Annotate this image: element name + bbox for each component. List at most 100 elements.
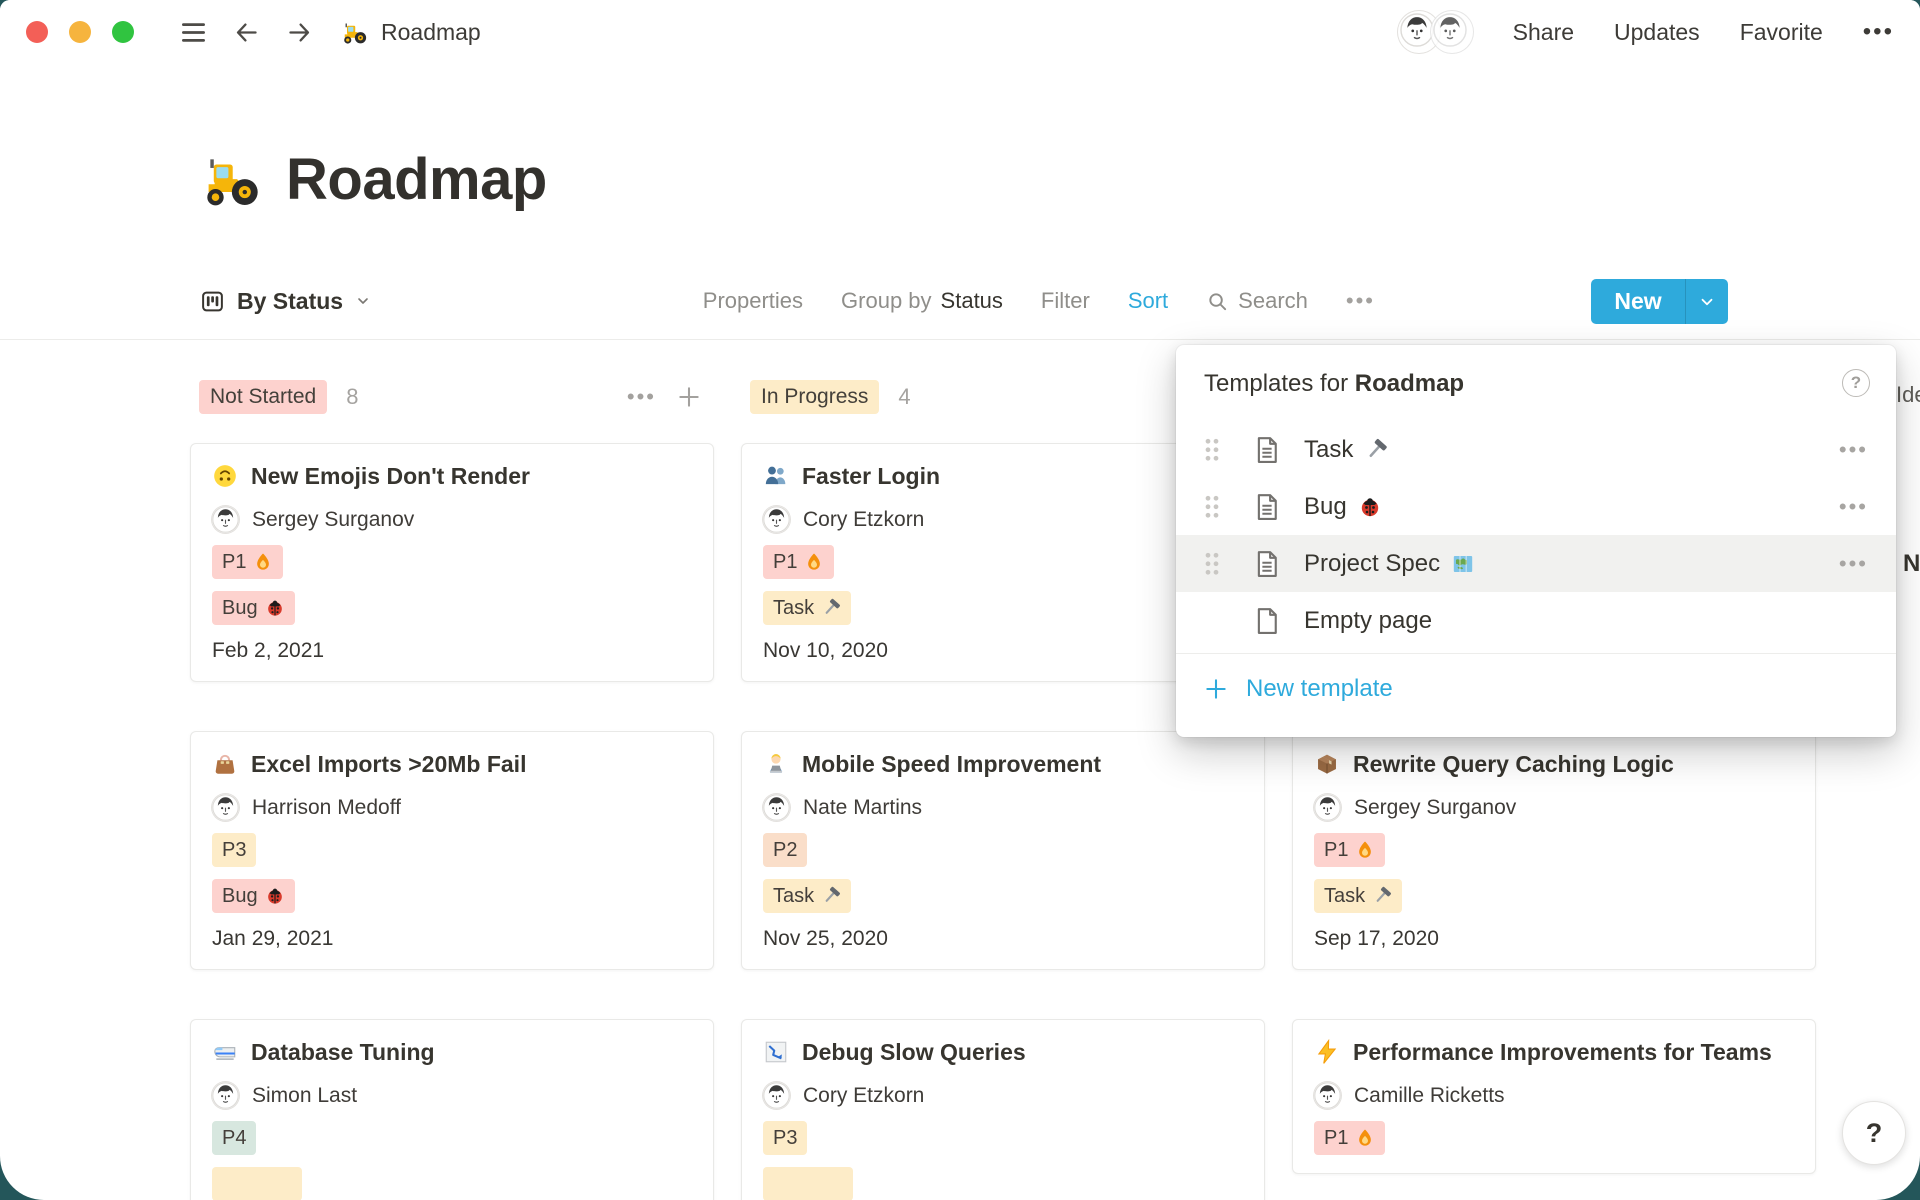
column-status-pill[interactable]: Not Started <box>199 380 327 414</box>
card-assignee: Cory Etzkorn <box>763 1082 1243 1109</box>
template-item-text: Empty page <box>1304 607 1432 635</box>
tag-label: Task <box>1324 885 1365 908</box>
collaborator-avatars[interactable] <box>1398 11 1473 53</box>
template-item-more-button[interactable]: ••• <box>1839 494 1868 520</box>
handbag-icon <box>212 751 238 777</box>
template-item-task[interactable]: Task••• <box>1176 421 1896 478</box>
avatar-face <box>212 506 239 533</box>
template-item-label: Bug <box>1304 493 1839 521</box>
new-button[interactable]: New <box>1591 279 1685 324</box>
card[interactable]: Debug Slow QueriesCory EtzkornP3 <box>741 1019 1265 1200</box>
drag-handle-icon[interactable] <box>1204 551 1220 576</box>
card-title: Mobile Speed Improvement <box>763 747 1243 781</box>
view-toolbar: By Status Properties Group by Status Fil… <box>200 278 1730 324</box>
templates-dropdown: Templates for Roadmap ? Task•••Bug•••Pro… <box>1176 345 1896 737</box>
template-item-more-button[interactable]: ••• <box>1839 551 1868 577</box>
view-more-button[interactable]: ••• <box>1346 288 1375 314</box>
assignee-name: Simon Last <box>252 1084 357 1108</box>
column-status-pill[interactable]: In Progress <box>750 380 879 414</box>
minimize-window-button[interactable] <box>69 21 91 43</box>
ladybug-icon <box>265 598 285 618</box>
assignee-name: Harrison Medoff <box>252 796 401 820</box>
group-by-button[interactable]: Group by Status <box>841 288 1003 314</box>
tractor-icon[interactable] <box>200 149 262 211</box>
drag-handle-icon[interactable] <box>1204 437 1220 462</box>
avatar <box>212 1082 239 1109</box>
updates-button[interactable]: Updates <box>1614 19 1700 46</box>
favorite-button[interactable]: Favorite <box>1740 19 1823 46</box>
avatar-face <box>212 1082 239 1109</box>
filter-button[interactable]: Filter <box>1041 288 1090 314</box>
tag-pill: Task <box>763 879 851 913</box>
card[interactable]: New Emojis Don't Render Sergey Surganov P1… <box>190 443 714 682</box>
template-item-bug[interactable]: Bug ••• <box>1176 478 1896 535</box>
ladybug-icon <box>265 886 285 906</box>
card[interactable]: Mobile Speed ImprovementNate MartinsP2Ta… <box>741 731 1265 970</box>
add-card-button[interactable] <box>676 384 702 410</box>
hammer-icon <box>1372 886 1392 906</box>
upside-down-face-icon <box>212 463 238 489</box>
zoom-window-button[interactable] <box>112 21 134 43</box>
page-title-text[interactable]: Roadmap <box>286 146 547 213</box>
card-date: Jan 29, 2021 <box>212 927 692 951</box>
card-title-text: Performance Improvements for Teams <box>1353 1039 1772 1065</box>
breadcrumb[interactable]: Roadmap <box>341 19 481 46</box>
topbar-right: Share Updates Favorite ••• <box>1398 0 1894 64</box>
card-title: Excel Imports >20Mb Fail <box>212 747 692 781</box>
assignee-name: Camille Ricketts <box>1354 1084 1505 1108</box>
template-item-empty-page[interactable]: Empty page <box>1176 592 1896 649</box>
group-by-label: Group by <box>841 288 932 314</box>
templates-header: Templates for Roadmap ? <box>1176 345 1896 421</box>
map-icon <box>1451 552 1475 576</box>
card-title: Debug Slow Queries <box>763 1035 1243 1069</box>
tag-pill: P2 <box>763 833 807 867</box>
search-icon <box>1206 290 1229 313</box>
tag-label: P1 <box>1324 839 1348 862</box>
tag-pill: P1 <box>212 545 283 579</box>
card-date: Feb 2, 2021 <box>212 639 692 663</box>
sidebar-menu-icon[interactable] <box>180 19 207 46</box>
more-menu-button[interactable]: ••• <box>1863 18 1894 46</box>
card[interactable]: Excel Imports >20Mb FailHarrison MedoffP… <box>190 731 714 970</box>
template-item-project-spec[interactable]: Project Spec••• <box>1176 535 1896 592</box>
chart-down-icon <box>763 1039 789 1065</box>
forward-arrow-icon[interactable] <box>286 19 313 46</box>
help-button[interactable]: ? <box>1842 1101 1906 1165</box>
chevron-down-icon <box>1698 293 1716 311</box>
template-item-text: Bug <box>1304 493 1347 521</box>
avatar <box>1314 1082 1341 1109</box>
templates-title-name: Roadmap <box>1355 370 1464 397</box>
avatar <box>1431 11 1473 53</box>
card[interactable]: Performance Improvements for Teams Camill… <box>1292 1019 1816 1174</box>
avatar <box>1314 794 1341 821</box>
properties-button[interactable]: Properties <box>703 288 803 314</box>
back-arrow-icon[interactable] <box>233 19 260 46</box>
new-button-dropdown[interactable] <box>1685 279 1728 324</box>
card[interactable]: Database TuningSimon LastP4 <box>190 1019 714 1200</box>
card-date: Sep 17, 2020 <box>1314 927 1794 951</box>
tag-label: Bug <box>222 885 258 908</box>
close-window-button[interactable] <box>26 21 48 43</box>
avatar <box>763 794 790 821</box>
template-item-more-button[interactable]: ••• <box>1839 437 1868 463</box>
column-more-button[interactable]: ••• <box>627 384 656 410</box>
help-circle-icon[interactable]: ? <box>1842 369 1870 397</box>
share-button[interactable]: Share <box>1513 19 1574 46</box>
sort-button[interactable]: Sort <box>1128 288 1168 314</box>
board-icon <box>200 289 225 314</box>
search-button[interactable]: Search <box>1206 288 1308 314</box>
card-assignee: Sergey Surganov <box>212 506 692 533</box>
drag-handle-icon[interactable] <box>1204 494 1220 519</box>
avatar <box>763 506 790 533</box>
view-switcher[interactable]: By Status <box>200 278 371 324</box>
template-item-label: Project Spec <box>1304 550 1839 578</box>
card-title: Faster Login <box>763 459 1243 493</box>
busts-icon <box>763 463 789 489</box>
new-template-button[interactable]: New template <box>1176 654 1896 724</box>
tag-row <box>212 1167 692 1200</box>
avatar <box>212 506 239 533</box>
new-button-group: New <box>1591 279 1728 324</box>
card[interactable]: Rewrite Query Caching LogicSergey Surgan… <box>1292 731 1816 970</box>
card-title: New Emojis Don't Render <box>212 459 692 493</box>
template-item-label: Task <box>1304 436 1839 464</box>
